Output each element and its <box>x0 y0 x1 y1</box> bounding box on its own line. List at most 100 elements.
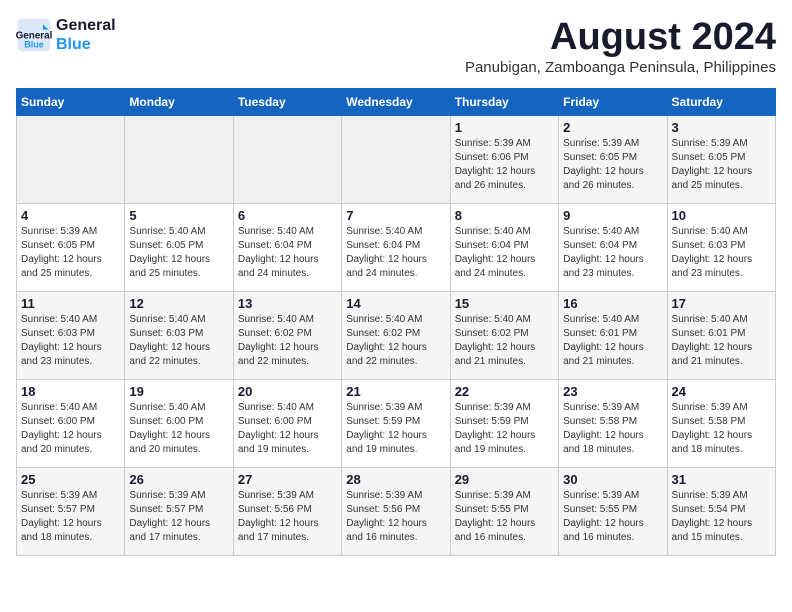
day-info: Sunrise: 5:40 AM Sunset: 6:00 PM Dayligh… <box>21 401 120 457</box>
day-number: 31 <box>672 472 771 487</box>
calendar-cell: 14 Sunrise: 5:40 AM Sunset: 6:02 PM Dayli… <box>342 292 450 380</box>
calendar-cell: 17Sunrise: 5:40 AM Sunset: 6:01 PM Dayli… <box>667 292 775 380</box>
calendar-cell: 23 Sunrise: 5:39 AM Sunset: 5:58 PM Dayli… <box>559 380 667 468</box>
calendar-week-row: 4 Sunrise: 5:39 AM Sunset: 6:05 PM Daylig… <box>17 204 776 292</box>
calendar-cell: 2Sunrise: 5:39 AM Sunset: 6:05 PM Daylig… <box>559 116 667 204</box>
day-info: Sunrise: 5:40 AM Sunset: 6:05 PM Dayligh… <box>129 225 228 281</box>
calendar-cell: 1Sunrise: 5:39 AM Sunset: 6:06 PM Daylig… <box>450 116 558 204</box>
day-number: 28 <box>346 472 445 487</box>
day-info: Sunrise: 5:39 AM Sunset: 5:58 PM Dayligh… <box>563 401 662 457</box>
calendar-cell: 10 Sunrise: 5:40 AM Sunset: 6:03 PM Dayli… <box>667 204 775 292</box>
day-number: 15 <box>455 296 554 311</box>
day-info: Sunrise: 5:39 AM Sunset: 5:59 PM Dayligh… <box>455 401 554 457</box>
weekday-header-sunday: Sunday <box>17 89 125 116</box>
day-number: 9 <box>563 208 662 223</box>
calendar-week-row: 18 Sunrise: 5:40 AM Sunset: 6:00 PM Dayli… <box>17 380 776 468</box>
day-info: Sunrise: 5:39 AM Sunset: 6:05 PM Dayligh… <box>21 225 120 281</box>
day-info: Sunrise: 5:40 AM Sunset: 6:00 PM Dayligh… <box>129 401 228 457</box>
logo-text: General Blue <box>56 16 116 54</box>
day-info: Sunrise: 5:40 AM Sunset: 6:04 PM Dayligh… <box>346 225 445 281</box>
day-number: 10 <box>672 208 771 223</box>
calendar-cell <box>342 116 450 204</box>
calendar-cell: 16Sunrise: 5:40 AM Sunset: 6:01 PM Dayli… <box>559 292 667 380</box>
weekday-header-saturday: Saturday <box>667 89 775 116</box>
day-info: Sunrise: 5:40 AM Sunset: 6:03 PM Dayligh… <box>21 313 120 369</box>
day-number: 2 <box>563 120 662 135</box>
day-number: 25 <box>21 472 120 487</box>
day-number: 6 <box>238 208 337 223</box>
calendar-cell: 13Sunrise: 5:40 AM Sunset: 6:02 PM Dayli… <box>233 292 341 380</box>
day-info: Sunrise: 5:39 AM Sunset: 5:58 PM Dayligh… <box>672 401 771 457</box>
calendar-cell: 22 Sunrise: 5:39 AM Sunset: 5:59 PM Dayli… <box>450 380 558 468</box>
calendar-cell <box>233 116 341 204</box>
day-info: Sunrise: 5:39 AM Sunset: 5:55 PM Dayligh… <box>455 489 554 545</box>
weekday-header-row: SundayMondayTuesdayWednesdayThursdayFrid… <box>17 89 776 116</box>
day-number: 30 <box>563 472 662 487</box>
location-subtitle: Panubigan, Zamboanga Peninsula, Philippi… <box>465 59 776 76</box>
calendar-cell: 9 Sunrise: 5:40 AM Sunset: 6:04 PM Daylig… <box>559 204 667 292</box>
day-number: 22 <box>455 384 554 399</box>
calendar-cell: 19 Sunrise: 5:40 AM Sunset: 6:00 PM Dayli… <box>125 380 233 468</box>
calendar-cell: 8Sunrise: 5:40 AM Sunset: 6:04 PM Daylig… <box>450 204 558 292</box>
day-info: Sunrise: 5:40 AM Sunset: 6:01 PM Dayligh… <box>672 313 771 369</box>
day-info: Sunrise: 5:39 AM Sunset: 6:06 PM Dayligh… <box>455 137 554 193</box>
day-number: 23 <box>563 384 662 399</box>
day-number: 21 <box>346 384 445 399</box>
calendar-cell: 21 Sunrise: 5:39 AM Sunset: 5:59 PM Dayli… <box>342 380 450 468</box>
calendar-week-row: 1Sunrise: 5:39 AM Sunset: 6:06 PM Daylig… <box>17 116 776 204</box>
day-number: 24 <box>672 384 771 399</box>
calendar-cell: 24 Sunrise: 5:39 AM Sunset: 5:58 PM Dayli… <box>667 380 775 468</box>
day-info: Sunrise: 5:40 AM Sunset: 6:04 PM Dayligh… <box>563 225 662 281</box>
day-info: Sunrise: 5:40 AM Sunset: 6:02 PM Dayligh… <box>455 313 554 369</box>
day-number: 7 <box>346 208 445 223</box>
day-number: 29 <box>455 472 554 487</box>
calendar-cell: 4 Sunrise: 5:39 AM Sunset: 6:05 PM Daylig… <box>17 204 125 292</box>
calendar-cell: 11 Sunrise: 5:40 AM Sunset: 6:03 PM Dayli… <box>17 292 125 380</box>
calendar-cell: 18 Sunrise: 5:40 AM Sunset: 6:00 PM Dayli… <box>17 380 125 468</box>
month-year-title: August 2024 <box>465 16 776 59</box>
weekday-header-wednesday: Wednesday <box>342 89 450 116</box>
calendar-week-row: 25 Sunrise: 5:39 AM Sunset: 5:57 PM Dayli… <box>17 468 776 556</box>
day-number: 13 <box>238 296 337 311</box>
day-info: Sunrise: 5:40 AM Sunset: 6:02 PM Dayligh… <box>346 313 445 369</box>
logo-icon: General Blue <box>16 17 52 53</box>
calendar-cell: 3 Sunrise: 5:39 AM Sunset: 6:05 PM Daylig… <box>667 116 775 204</box>
calendar-cell: 26Sunrise: 5:39 AM Sunset: 5:57 PM Dayli… <box>125 468 233 556</box>
weekday-header-thursday: Thursday <box>450 89 558 116</box>
day-number: 14 <box>346 296 445 311</box>
calendar-week-row: 11 Sunrise: 5:40 AM Sunset: 6:03 PM Dayli… <box>17 292 776 380</box>
day-number: 11 <box>21 296 120 311</box>
day-info: Sunrise: 5:40 AM Sunset: 6:03 PM Dayligh… <box>672 225 771 281</box>
day-info: Sunrise: 5:39 AM Sunset: 5:57 PM Dayligh… <box>21 489 120 545</box>
calendar-cell: 28Sunrise: 5:39 AM Sunset: 5:56 PM Dayli… <box>342 468 450 556</box>
day-info: Sunrise: 5:39 AM Sunset: 5:56 PM Dayligh… <box>238 489 337 545</box>
calendar-table: SundayMondayTuesdayWednesdayThursdayFrid… <box>16 88 776 556</box>
calendar-cell: 20Sunrise: 5:40 AM Sunset: 6:00 PM Dayli… <box>233 380 341 468</box>
day-number: 20 <box>238 384 337 399</box>
day-info: Sunrise: 5:40 AM Sunset: 6:04 PM Dayligh… <box>238 225 337 281</box>
title-block: August 2024 Panubigan, Zamboanga Peninsu… <box>465 16 776 84</box>
calendar-cell: 15 Sunrise: 5:40 AM Sunset: 6:02 PM Dayli… <box>450 292 558 380</box>
weekday-header-monday: Monday <box>125 89 233 116</box>
calendar-cell: 31 Sunrise: 5:39 AM Sunset: 5:54 PM Dayli… <box>667 468 775 556</box>
day-number: 4 <box>21 208 120 223</box>
day-info: Sunrise: 5:39 AM Sunset: 5:59 PM Dayligh… <box>346 401 445 457</box>
day-info: Sunrise: 5:39 AM Sunset: 5:57 PM Dayligh… <box>129 489 228 545</box>
calendar-cell: 29 Sunrise: 5:39 AM Sunset: 5:55 PM Dayli… <box>450 468 558 556</box>
day-number: 3 <box>672 120 771 135</box>
calendar-cell: 12 Sunrise: 5:40 AM Sunset: 6:03 PM Dayli… <box>125 292 233 380</box>
day-number: 18 <box>21 384 120 399</box>
calendar-cell: 7 Sunrise: 5:40 AM Sunset: 6:04 PM Daylig… <box>342 204 450 292</box>
day-info: Sunrise: 5:40 AM Sunset: 6:03 PM Dayligh… <box>129 313 228 369</box>
day-number: 27 <box>238 472 337 487</box>
page-header: General Blue General Blue August 2024 Pa… <box>16 16 776 84</box>
day-info: Sunrise: 5:39 AM Sunset: 6:05 PM Dayligh… <box>672 137 771 193</box>
day-number: 12 <box>129 296 228 311</box>
day-number: 5 <box>129 208 228 223</box>
weekday-header-friday: Friday <box>559 89 667 116</box>
day-number: 16 <box>563 296 662 311</box>
calendar-cell: 6 Sunrise: 5:40 AM Sunset: 6:04 PM Daylig… <box>233 204 341 292</box>
day-info: Sunrise: 5:39 AM Sunset: 5:54 PM Dayligh… <box>672 489 771 545</box>
day-number: 19 <box>129 384 228 399</box>
day-info: Sunrise: 5:40 AM Sunset: 6:04 PM Dayligh… <box>455 225 554 281</box>
